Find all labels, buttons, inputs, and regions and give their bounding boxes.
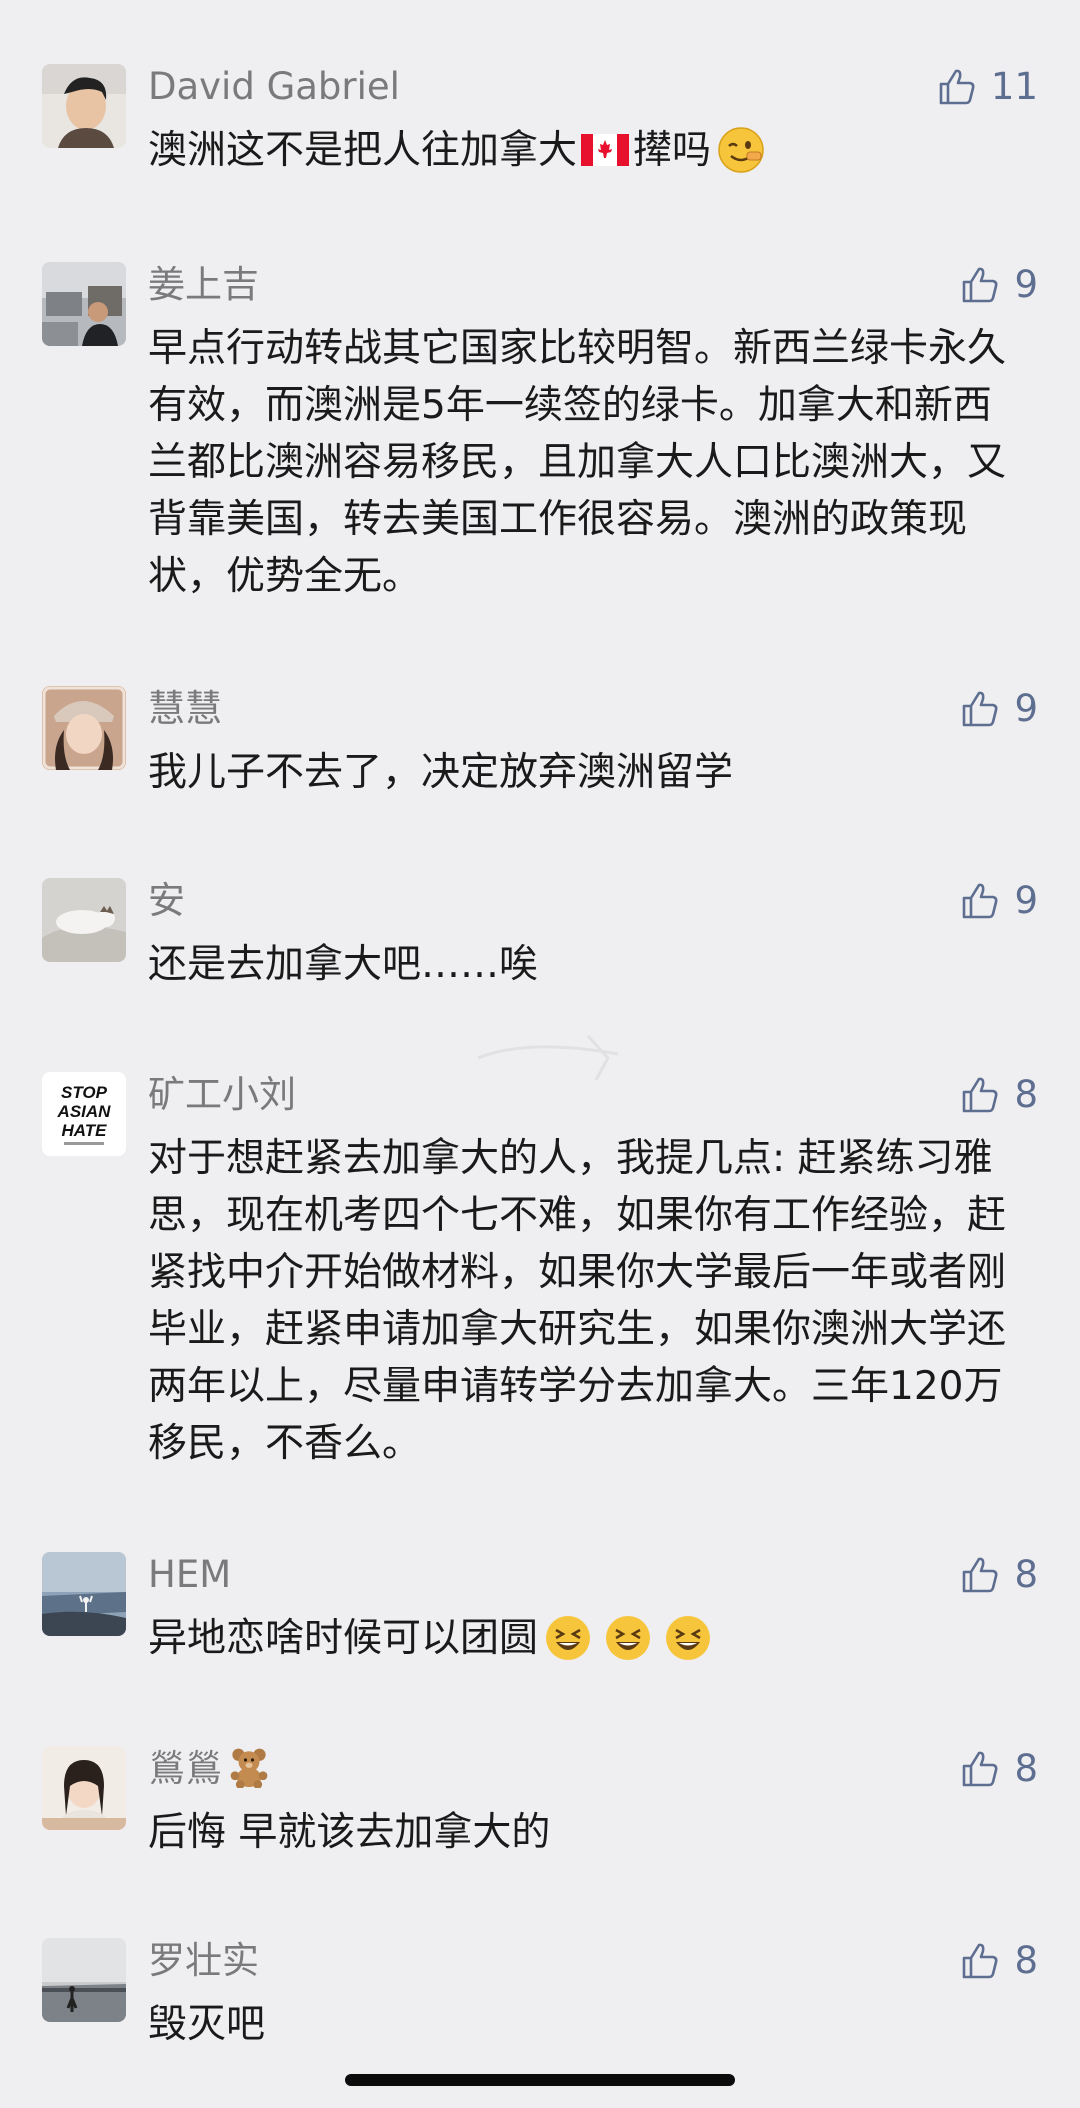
avatar[interactable] [42, 1746, 126, 1830]
avatar[interactable] [42, 1938, 126, 2022]
teddy-bear-emoji [230, 1748, 268, 1788]
comment-author[interactable]: 矿工小刘 [148, 1072, 296, 1118]
avatar-text: HATE [61, 1121, 107, 1140]
canada-flag [581, 133, 630, 166]
like-button[interactable]: 11 [937, 64, 1038, 110]
watermark-logo-icon [477, 1034, 619, 1081]
comment-text: 我儿子不去了，决定放弃澳洲留学 [148, 750, 734, 795]
comment-text: 毁灭吧 [148, 2002, 266, 2047]
thumbs-up-icon [963, 1557, 998, 1593]
comment-text: 对于想赶紧去加拿大的人，我提几点: 赶紧练习雅思，现在机考四个七不难，如果你有工… [148, 1136, 1007, 1466]
laughing-face-emoji [546, 1615, 591, 1660]
comment-text-part: 异地恋啥时候可以团圆 [148, 1616, 539, 1661]
laughing-face-emoji [606, 1615, 651, 1660]
like-button[interactable]: 8 [960, 1072, 1038, 1118]
avatar-text: ASIAN [57, 1102, 112, 1121]
like-count: 9 [1014, 263, 1038, 306]
comment-author[interactable]: 鶑鶑 [148, 1746, 276, 1792]
comment-text-part: 撵吗 [633, 128, 712, 173]
avatar[interactable] [42, 1552, 126, 1636]
comment-author[interactable]: 罗壮实 [148, 1938, 259, 1984]
comment-text: 还是去加拿大吧……唉 [148, 942, 539, 987]
like-count: 9 [1014, 879, 1038, 922]
comment-text: 后悔 早就该去加拿大的 [148, 1810, 551, 1855]
thumbs-up-icon [963, 267, 998, 303]
avatar[interactable]: STOP ASIAN HATE [42, 1072, 126, 1156]
avatar[interactable] [42, 262, 126, 346]
like-count: 8 [1014, 1553, 1038, 1596]
laughing-face-emoji [666, 1615, 711, 1660]
comment-text: 澳洲这不是把人往加拿大 撵吗 [148, 122, 1028, 179]
thumbs-up-icon [963, 1943, 998, 1979]
like-button[interactable]: 8 [960, 1746, 1038, 1792]
thumbs-up-icon [963, 1077, 998, 1113]
thumbs-up-icon [939, 69, 975, 105]
like-button[interactable]: 9 [960, 878, 1038, 924]
like-count: 8 [1014, 1939, 1038, 1982]
wink-face-emoji [718, 126, 764, 173]
avatar[interactable] [42, 64, 126, 148]
thumbs-up-icon [963, 691, 998, 727]
like-button[interactable]: 8 [960, 1938, 1038, 1984]
comment-author-text: 鶑鶑 [148, 1747, 222, 1790]
avatar[interactable] [42, 686, 126, 770]
comment-author[interactable]: David Gabriel [148, 64, 400, 110]
avatar-text: STOP [61, 1083, 108, 1102]
avatar[interactable] [42, 878, 126, 962]
like-count: 8 [1014, 1073, 1038, 1116]
like-count: 11 [990, 65, 1038, 108]
comment-text: 异地恋啥时候可以团圆 [148, 1610, 1028, 1667]
thumbs-up-icon [963, 883, 998, 919]
like-button[interactable]: 9 [960, 686, 1038, 732]
home-indicator[interactable] [345, 2074, 735, 2086]
comment-text: 早点行动转战其它国家比较明智。新西兰绿卡永久有效，而澳洲是5年一续签的绿卡。加拿… [148, 326, 1007, 599]
comment-author[interactable]: 安 [148, 878, 185, 924]
like-button[interactable]: 8 [960, 1552, 1038, 1598]
like-button[interactable]: 9 [960, 262, 1038, 308]
comment-author[interactable]: HEM [148, 1552, 231, 1598]
comment-text-part: 澳洲这不是把人往加拿大 [148, 128, 578, 173]
comment-author[interactable]: 慧慧 [148, 686, 222, 732]
like-count: 9 [1014, 687, 1038, 730]
thumbs-up-icon [963, 1751, 998, 1787]
like-count: 8 [1014, 1747, 1038, 1790]
comment-author[interactable]: 姜上吉 [148, 262, 259, 308]
